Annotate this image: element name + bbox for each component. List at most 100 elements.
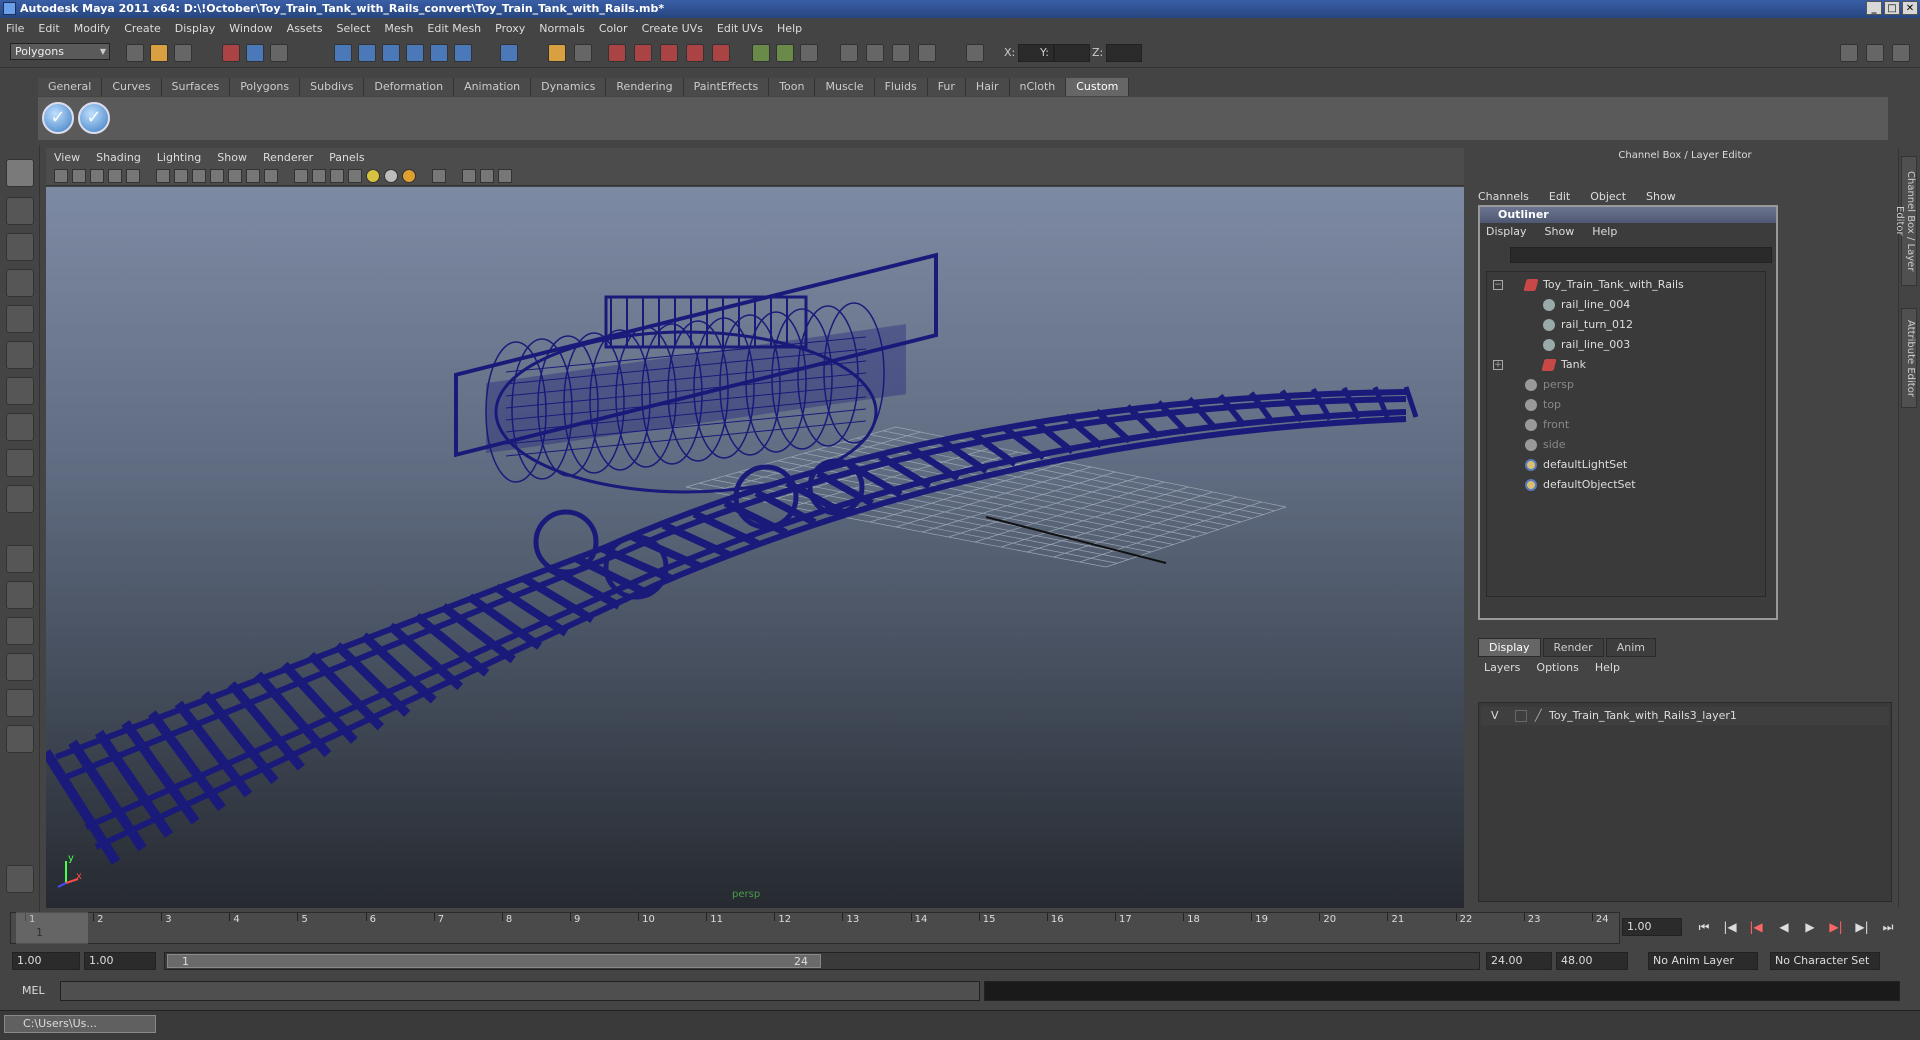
menu-help[interactable]: Help xyxy=(777,22,802,35)
lasso-tool-icon[interactable] xyxy=(6,197,34,225)
shelf-tab-fluids[interactable]: Fluids xyxy=(874,78,928,96)
character-set-dropdown[interactable]: No Character Set xyxy=(1770,952,1880,970)
safe-title-icon[interactable] xyxy=(264,169,278,183)
outliner-expander[interactable]: − xyxy=(1493,280,1503,290)
layer-tab-display[interactable]: Display xyxy=(1478,638,1541,657)
select-tool-icon[interactable] xyxy=(6,159,34,187)
shelf-tab-painteffects[interactable]: PaintEffects xyxy=(683,78,770,96)
history-icon[interactable] xyxy=(454,44,472,62)
single-perspective-layout-icon[interactable] xyxy=(6,545,34,573)
hypershade-icon[interactable] xyxy=(686,44,704,62)
camera-icon[interactable] xyxy=(840,44,858,62)
isolate-select-icon[interactable] xyxy=(432,169,446,183)
universal-manipulator-icon[interactable] xyxy=(6,377,34,405)
shelf-check-button-2[interactable]: ✓ xyxy=(78,102,110,134)
channel-box-menu-edit[interactable]: Edit xyxy=(1549,190,1570,204)
layer-tab-anim[interactable]: Anim xyxy=(1605,638,1656,657)
shelf-tab-dynamics[interactable]: Dynamics xyxy=(531,78,607,96)
new-scene-icon[interactable] xyxy=(126,44,144,62)
menu-create-uvs[interactable]: Create UVs xyxy=(642,22,703,35)
shelf-tab-animation[interactable]: Animation xyxy=(454,78,532,96)
go-to-end-icon[interactable]: ⏭ xyxy=(1880,920,1896,934)
outliner-item[interactable]: defaultLightSet xyxy=(1525,456,1627,474)
menu-window[interactable]: Window xyxy=(229,22,272,35)
default-lighting-icon[interactable] xyxy=(366,169,380,183)
range-slider-thumb[interactable]: 1 24 xyxy=(167,954,821,968)
select-hierarchy-icon[interactable] xyxy=(222,44,240,62)
gate-mask-icon[interactable] xyxy=(210,169,224,183)
tool-settings-icon[interactable] xyxy=(776,44,794,62)
snap-curve-icon[interactable] xyxy=(358,44,376,62)
render-view-icon[interactable] xyxy=(712,44,730,62)
viewport-menu-show[interactable]: Show xyxy=(217,151,247,164)
outliner-expander[interactable]: + xyxy=(1493,360,1503,370)
shelf-tab-surfaces[interactable]: Surfaces xyxy=(161,78,231,96)
animation-end-field[interactable]: 48.00 xyxy=(1556,952,1628,970)
menu-file[interactable]: File xyxy=(6,22,24,35)
shelf-tab-polygons[interactable]: Polygons xyxy=(230,78,301,96)
resolution-gate-icon[interactable] xyxy=(192,169,206,183)
textured-icon[interactable] xyxy=(348,169,362,183)
menu-set-dropdown[interactable]: Polygons xyxy=(10,43,110,60)
viewport-menu-panels[interactable]: Panels xyxy=(329,151,364,164)
lock-icon[interactable] xyxy=(548,44,566,62)
persp-graph-hypershade-layout-icon[interactable] xyxy=(6,725,34,753)
all-lights-icon[interactable] xyxy=(384,169,398,183)
xray-icon[interactable] xyxy=(462,169,476,183)
shelf-tab-hair[interactable]: Hair xyxy=(965,78,1010,96)
outliner-item[interactable]: Tank xyxy=(1541,356,1586,374)
play-backward-icon[interactable]: ◀ xyxy=(1776,920,1792,934)
move-tool-icon[interactable] xyxy=(6,269,34,297)
playback-start-field[interactable]: 1.00 xyxy=(84,952,156,970)
maximize-button[interactable]: □ xyxy=(1884,1,1900,15)
outliner-item[interactable]: Toy_Train_Tank_with_Rails xyxy=(1523,276,1684,294)
scale-tool-icon[interactable] xyxy=(6,341,34,369)
make-live-icon[interactable] xyxy=(430,44,448,62)
menu-normals[interactable]: Normals xyxy=(539,22,585,35)
rotate-icon[interactable] xyxy=(892,44,910,62)
viewport-menu-view[interactable]: View xyxy=(54,151,80,164)
show-hide-tool-settings-icon[interactable] xyxy=(1866,44,1884,62)
save-scene-icon[interactable] xyxy=(174,44,192,62)
viewport-3d[interactable]: persp y x xyxy=(46,187,1464,908)
side-tab-channel-box[interactable]: Channel Box / Layer Editor xyxy=(1894,156,1917,286)
xray-components-icon[interactable] xyxy=(498,169,512,183)
outliner-menu-show[interactable]: Show xyxy=(1545,225,1575,238)
persp-hypershade-layout-icon[interactable] xyxy=(6,689,34,717)
layer-menu-help[interactable]: Help xyxy=(1595,661,1620,674)
current-frame-field[interactable]: 1.00 xyxy=(1622,918,1682,936)
shelf-tab-ncloth[interactable]: nCloth xyxy=(1009,78,1067,96)
outliner-menu-display[interactable]: Display xyxy=(1486,225,1527,238)
menu-create[interactable]: Create xyxy=(124,22,161,35)
menu-display[interactable]: Display xyxy=(175,22,216,35)
layer-visibility-toggle[interactable]: V xyxy=(1491,707,1499,725)
playback-end-field[interactable]: 24.00 xyxy=(1486,952,1552,970)
four-view-layout-icon[interactable] xyxy=(6,581,34,609)
channel-box-icon[interactable] xyxy=(800,44,818,62)
menu-edit-uvs[interactable]: Edit UVs xyxy=(717,22,763,35)
rotate-tool-icon[interactable] xyxy=(6,305,34,333)
open-scene-icon[interactable] xyxy=(150,44,168,62)
show-manipulator-icon[interactable] xyxy=(6,449,34,477)
layer-menu-options[interactable]: Options xyxy=(1536,661,1578,674)
menu-assets[interactable]: Assets xyxy=(287,22,323,35)
render-settings-icon[interactable] xyxy=(660,44,678,62)
film-gate-icon[interactable] xyxy=(156,169,170,183)
outliner-item[interactable]: rail_line_003 xyxy=(1543,336,1630,354)
y-field[interactable] xyxy=(1054,44,1090,62)
grid-icon[interactable] xyxy=(174,169,188,183)
viewport-menu-renderer[interactable]: Renderer xyxy=(263,151,313,164)
shelf-tab-general[interactable]: General xyxy=(38,78,103,96)
outliner-item[interactable]: side xyxy=(1525,436,1566,454)
step-forward-key-icon[interactable]: ▶| xyxy=(1828,920,1844,934)
viewport-menu-lighting[interactable]: Lighting xyxy=(157,151,201,164)
minimize-button[interactable]: _ xyxy=(1866,1,1882,15)
snap-view-plane-icon[interactable] xyxy=(406,44,424,62)
mel-input[interactable] xyxy=(60,981,980,1001)
outliner-item[interactable]: top xyxy=(1525,396,1561,414)
attribute-editor-icon[interactable] xyxy=(752,44,770,62)
side-tab-attribute-editor[interactable]: Attribute Editor xyxy=(1901,308,1917,408)
anim-layer-dropdown[interactable]: No Anim Layer xyxy=(1648,952,1758,970)
menu-color[interactable]: Color xyxy=(599,22,628,35)
smooth-shade-icon[interactable] xyxy=(312,169,326,183)
